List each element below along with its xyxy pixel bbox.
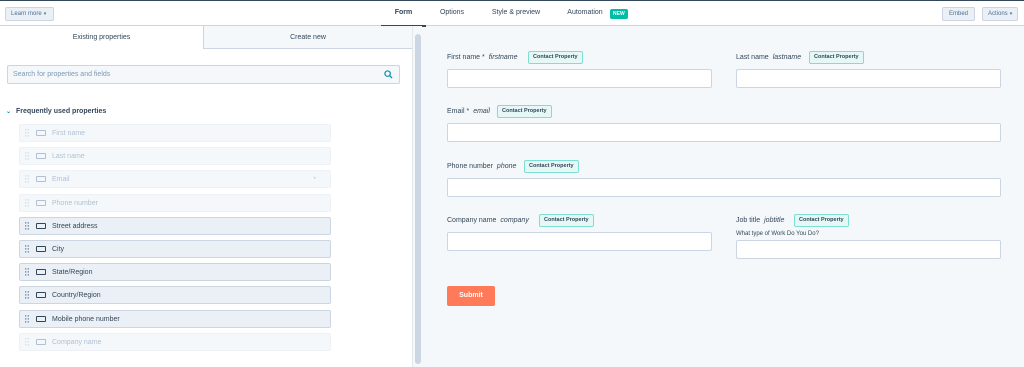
property-label: First name (52, 130, 86, 137)
drag-handle-icon[interactable] (25, 245, 29, 254)
field-label-company: Company name company (447, 217, 529, 224)
text-field-icon (36, 246, 46, 252)
submit-button[interactable]: Submit (447, 286, 495, 306)
property-item[interactable]: Street address (19, 216, 331, 235)
property-label: City (52, 246, 65, 253)
property-item[interactable]: Mobile phone number (19, 309, 331, 328)
properties-panel: Existing properties Create new Search fo… (0, 26, 422, 367)
tab-create-new[interactable]: Create new (204, 26, 412, 49)
tab-style-preview[interactable]: Style & preview (484, 1, 548, 27)
text-field-icon (36, 292, 46, 299)
field-label-lastname: Last name lastname (736, 54, 802, 61)
tab-existing-properties[interactable]: Existing properties (0, 26, 204, 49)
drag-handle-icon[interactable] (25, 198, 29, 208)
property-item[interactable]: Email * (19, 170, 331, 189)
drag-handle-icon[interactable] (25, 291, 29, 300)
drag-handle-icon[interactable] (25, 314, 29, 324)
phone-input[interactable] (447, 178, 1001, 197)
jobtitle-input[interactable] (736, 240, 1001, 259)
property-item[interactable]: Phone number (19, 193, 331, 212)
property-item[interactable]: Company name (19, 332, 331, 351)
tab-automation[interactable]: Automation (560, 1, 610, 27)
text-field-icon (36, 153, 46, 160)
property-label: Country/Region (52, 292, 101, 300)
contact-property-tag: Contact Property (809, 51, 864, 64)
chevron-down-icon: ⌄ (6, 109, 12, 115)
company-input[interactable] (447, 232, 712, 251)
jobtitle-help-text: What type of Work Do You Do? (736, 231, 819, 237)
contact-property-tag: Contact Property (524, 160, 579, 173)
caret-down-icon: ▾ (1009, 11, 1013, 17)
new-badge: NEW (610, 9, 628, 19)
property-item[interactable]: City (19, 240, 331, 258)
lastname-input[interactable] (736, 69, 1001, 88)
property-item[interactable]: State/Region (19, 263, 331, 282)
contact-property-tag: Contact Property (528, 51, 583, 64)
drag-handle-icon[interactable] (25, 222, 29, 231)
property-label: State/Region (52, 269, 93, 277)
contact-property-tag: Contact Property (539, 214, 594, 227)
property-label: Company name (52, 338, 102, 346)
text-field-icon (36, 269, 46, 276)
property-label: Mobile phone number (52, 315, 120, 323)
property-label: Last name (52, 153, 85, 161)
property-item[interactable]: Country/Region (19, 286, 331, 305)
drag-handle-icon[interactable] (25, 152, 29, 161)
field-label-jobtitle: Job title jobtitle (736, 217, 785, 224)
search-placeholder: Search for properties and fields (13, 71, 111, 78)
scrollbar-thumb[interactable] (415, 34, 421, 364)
actions-button[interactable]: Actions ▾ (982, 7, 1018, 21)
field-label-email: Email * email (447, 108, 490, 115)
embed-button[interactable]: Embed (942, 7, 975, 21)
drag-handle-icon[interactable] (25, 175, 29, 184)
property-label: Phone number (52, 199, 98, 207)
drag-handle-icon[interactable] (25, 338, 29, 347)
tab-options[interactable]: Options (430, 1, 474, 27)
text-field-icon (36, 130, 46, 136)
caret-down-icon: ▾ (43, 11, 47, 17)
contact-property-tag: Contact Property (497, 105, 552, 118)
scrollbar[interactable] (412, 26, 422, 367)
top-bar: Learn more ▾ Form Options Style & preview… (0, 0, 1024, 27)
tab-form[interactable]: Form (381, 1, 426, 27)
text-field-icon (36, 199, 46, 206)
text-field-icon (36, 222, 46, 229)
property-item[interactable]: First name (19, 124, 331, 142)
firstname-input[interactable] (447, 69, 712, 88)
text-field-icon (36, 176, 46, 183)
property-label: Email (52, 176, 70, 184)
drag-handle-icon[interactable] (25, 268, 29, 277)
email-input[interactable] (447, 123, 1001, 142)
text-field-icon (36, 315, 46, 322)
field-label-phone: Phone number phone (447, 163, 517, 170)
text-field-icon (36, 338, 46, 345)
required-marker: * (313, 177, 316, 184)
contact-property-tag: Contact Property (794, 214, 849, 227)
field-label-firstname: First name * firstname (447, 54, 518, 61)
drag-handle-icon[interactable] (25, 129, 29, 138)
search-icon[interactable] (384, 70, 393, 79)
form-preview: First name * firstname Contact Property L… (423, 26, 1024, 367)
property-search-input[interactable]: Search for properties and fields (7, 65, 400, 84)
learn-more-button[interactable]: Learn more ▾ (5, 7, 54, 21)
property-item[interactable]: Last name (19, 147, 331, 166)
property-label: Street address (52, 222, 98, 230)
section-frequently-used[interactable]: ⌄ Frequently used properties (6, 108, 106, 115)
